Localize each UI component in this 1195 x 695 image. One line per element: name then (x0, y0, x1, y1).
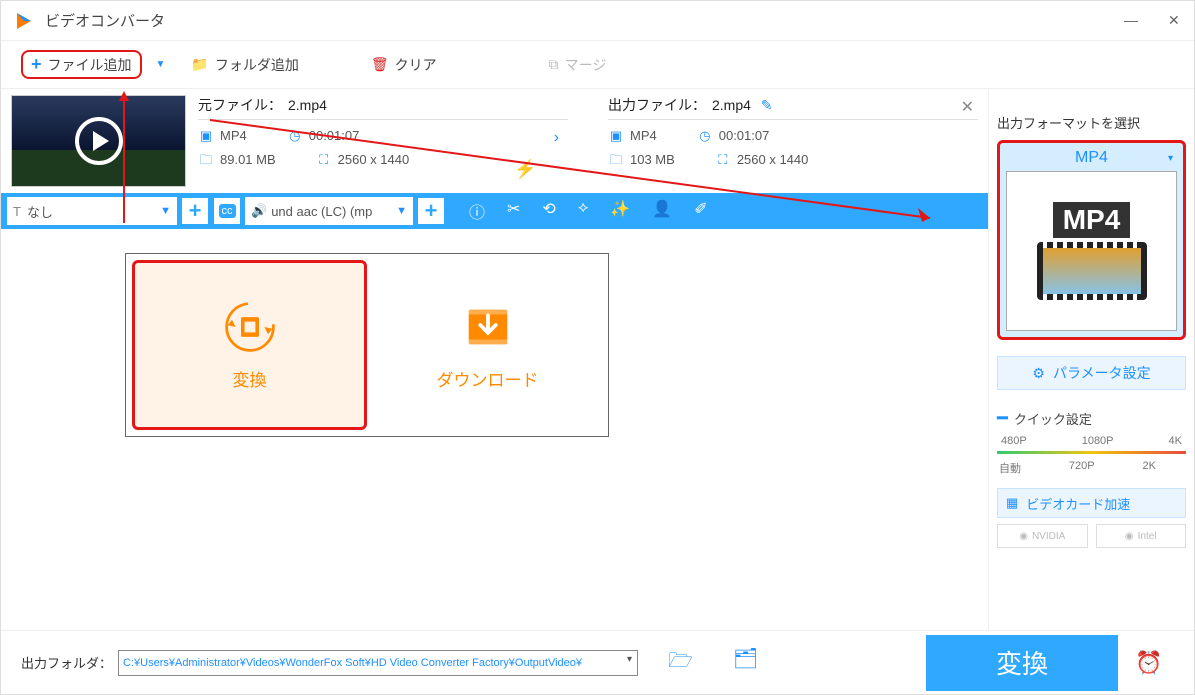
folder-plus-icon: 📁 (191, 56, 208, 73)
resolution-icon: ⛶ (316, 152, 332, 168)
speaker-icon: 🔊 (251, 203, 267, 219)
nvidia-badge: ◉NVIDIA (997, 524, 1088, 548)
text-icon: T (13, 204, 21, 219)
chip-icon: ▦ (1006, 495, 1018, 511)
edit-button[interactable]: ✐ (694, 199, 707, 223)
format-label: MP4 (1004, 147, 1179, 169)
subtitle-select[interactable]: T なし ▼ (7, 197, 177, 225)
intel-icon: ◉ (1125, 531, 1134, 542)
output-format-title: 出力フォーマットを選択 (997, 113, 1186, 132)
titlebar: ビデオコンバータ — ✕ (1, 1, 1194, 41)
trash-icon: 🗑 (371, 56, 389, 73)
folder-icon: 🗀 (198, 154, 214, 170)
download-card[interactable]: ダウンロード (373, 260, 602, 430)
video-thumbnail[interactable] (11, 95, 186, 187)
quality-bottom-labels: 自動720P2K (997, 460, 1186, 476)
output-folder-input[interactable] (118, 650, 638, 676)
add-subtitle-button[interactable]: + (181, 197, 209, 225)
minimize-button[interactable]: — (1124, 12, 1138, 29)
clear-button[interactable]: 🗑 クリア (365, 51, 443, 79)
add-file-dropdown[interactable]: ▼ (156, 59, 166, 70)
quick-settings-title: ━ クイック設定 (997, 408, 1186, 429)
intel-badge: ◉Intel (1096, 524, 1187, 548)
remove-item-button[interactable]: ✕ (961, 97, 974, 117)
file-item: 元ファイル：2.mp4 ▣MP4 ◷00:01:07 🗀89.01 MB ⛶25… (1, 89, 988, 187)
bottom-bar: 出力フォルダ： 🗁 🗂 変換 ⏰ (1, 630, 1194, 694)
sliders-icon: ⚙ (1032, 365, 1045, 382)
rename-icon[interactable]: ✎ (761, 97, 773, 114)
edit-bar: T なし ▼ + cc 🔊 und aac (LC) (mp ▼ + ⓘ ✂ ⟲… (1, 193, 988, 229)
format-selector[interactable]: MP4 MP4 (997, 140, 1186, 340)
cc-button[interactable]: cc (213, 197, 241, 225)
format-icon: ▣ (198, 128, 214, 144)
arrow-right-icon: › (554, 129, 559, 147)
output-folder-label: 出力フォルダ： (21, 653, 112, 672)
filmstrip-icon (1037, 242, 1147, 300)
close-button[interactable]: ✕ (1168, 12, 1182, 29)
clock-icon: ◷ (287, 128, 303, 144)
open-folder-button[interactable]: 🗁 (668, 646, 693, 680)
format-preview: MP4 (1006, 171, 1177, 331)
rotate-button[interactable]: ⟲ (542, 199, 555, 223)
add-audio-button[interactable]: + (417, 197, 445, 225)
quality-slider[interactable] (997, 451, 1186, 454)
clock-icon: ◷ (697, 128, 713, 144)
convert-card[interactable]: 変換 (132, 260, 367, 430)
browse-output-button[interactable]: 🗂 (733, 646, 758, 680)
lightning-icon: ⚡ (514, 159, 536, 180)
download-icon (461, 300, 515, 354)
crop-button[interactable]: ⟡ (578, 199, 589, 223)
gpu-accel-button[interactable]: ▦ ビデオカード加速 (997, 488, 1186, 518)
add-folder-button[interactable]: 📁 フォルダ追加 (185, 51, 304, 79)
play-icon (75, 117, 123, 165)
add-file-button[interactable]: + ファイル追加 (21, 50, 142, 79)
watermark-button[interactable]: 👤 (652, 199, 672, 223)
main-toolbar: + ファイル追加 ▼ 📁 フォルダ追加 🗑 クリア ⧉ マージ (1, 41, 1194, 89)
plus-icon: + (31, 54, 42, 75)
info-button[interactable]: ⓘ (469, 199, 485, 223)
effects-button[interactable]: ✨ (610, 199, 630, 223)
scheduler-button[interactable]: ⏰ (1124, 650, 1174, 676)
convert-icon (223, 300, 277, 354)
convert-button[interactable]: 変換 (926, 635, 1118, 691)
merge-icon: ⧉ (549, 56, 559, 73)
quality-top-labels: 480P1080P4K (997, 435, 1186, 447)
app-title: ビデオコンバータ (45, 10, 165, 31)
nvidia-icon: ◉ (1019, 531, 1028, 542)
app-logo (13, 10, 35, 32)
audio-track-select[interactable]: 🔊 und aac (LC) (mp ▼ (245, 197, 413, 225)
folder-icon: 🗀 (608, 154, 624, 170)
merge-button[interactable]: ⧉ マージ (543, 51, 613, 79)
mode-cards: 変換 ダウンロード (125, 253, 609, 437)
dash-icon: ━ (997, 408, 1008, 429)
resolution-icon: ⛶ (715, 152, 731, 168)
trim-button[interactable]: ✂ (507, 199, 520, 223)
format-icon: ▣ (608, 128, 624, 144)
parameter-settings-button[interactable]: ⚙ パラメータ設定 (997, 356, 1186, 390)
